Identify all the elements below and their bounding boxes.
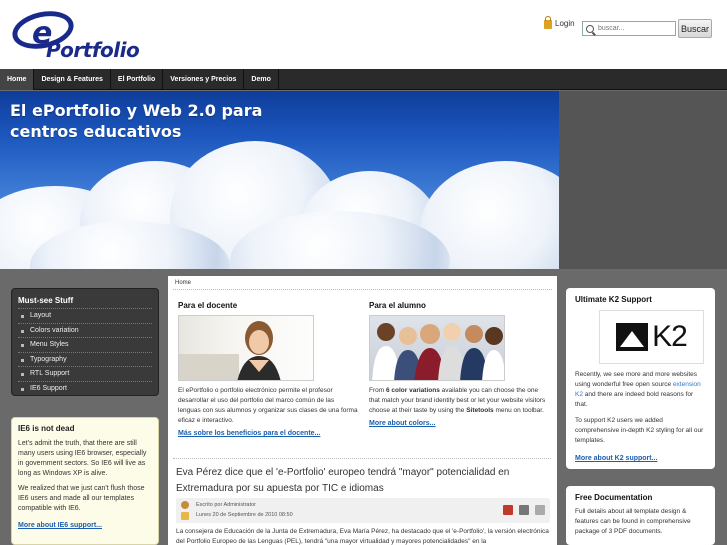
eportfolio-logo[interactable]: e Portfolio xyxy=(8,5,152,62)
k2-paragraph-2: To support K2 users we added comprehensi… xyxy=(575,417,704,444)
doc-title: Free Documentation xyxy=(575,493,653,502)
nav-item-home[interactable]: Home xyxy=(0,69,35,90)
docente-title: Para el docente xyxy=(178,301,238,310)
alumno-more-link[interactable]: More about colors... xyxy=(369,420,549,427)
author-icon xyxy=(181,501,189,509)
hero-title: El ePortfolio y Web 2.0 para centros edu… xyxy=(10,101,263,141)
mustsee-item-rtl[interactable]: RTL Support xyxy=(18,366,152,381)
search-box[interactable] xyxy=(582,21,676,36)
alumno-block: Para el alumno From 6 color variations a… xyxy=(369,301,549,427)
alumno-title: Para el alumno xyxy=(369,301,426,310)
mustsee-item-typography[interactable]: Typography xyxy=(18,351,152,367)
k2-title: Ultimate K2 Support xyxy=(575,295,652,304)
k2-more-link[interactable]: More about K2 support... xyxy=(575,455,657,462)
divider xyxy=(173,458,551,459)
docente-block: Para el docente El ePortfolio o portfoli… xyxy=(178,301,358,437)
search-input[interactable] xyxy=(598,25,670,32)
teacher-photo xyxy=(178,315,314,381)
main-nav: Home Design & Features El Portfolio Vers… xyxy=(0,69,727,90)
hero-banner: El ePortfolio y Web 2.0 para centros edu… xyxy=(0,91,559,269)
nav-item-demo[interactable]: Demo xyxy=(244,69,279,90)
ie6-module: IE6 is not dead Let's admit the truth, t… xyxy=(11,417,159,545)
nav-item-versiones-precios[interactable]: Versiones y Precios xyxy=(163,69,245,90)
pdf-icon[interactable] xyxy=(503,505,513,515)
main-content: Home Para el docente El ePortfolio o por… xyxy=(168,276,557,545)
lock-icon xyxy=(544,16,552,29)
login-label[interactable]: Login xyxy=(555,19,575,28)
print-icon[interactable] xyxy=(519,505,529,515)
k2-mountain-icon xyxy=(616,323,649,351)
alumno-text: From 6 color variations available you ca… xyxy=(369,387,546,414)
mustsee-item-ie6[interactable]: IE6 Support xyxy=(18,380,152,396)
search-button[interactable]: Buscar xyxy=(678,19,712,38)
ie6-paragraph-2: We realized that we just can't flush tho… xyxy=(18,485,145,512)
nav-item-el-portfolio[interactable]: El Portfolio xyxy=(111,69,164,90)
breadcrumb[interactable]: Home xyxy=(173,276,552,290)
mustsee-item-layout[interactable]: Layout xyxy=(18,308,152,323)
login-link[interactable]: Login xyxy=(544,16,575,29)
students-photo xyxy=(369,315,505,381)
article-meta: Escrito por Administrator Lunes 20 de Se… xyxy=(176,498,550,523)
calendar-icon xyxy=(181,512,189,520)
doc-text: Full details about all template design &… xyxy=(575,508,691,535)
article-date: Lunes 20 de Septiembre de 2010 08:50 xyxy=(196,512,293,518)
ie6-title: IE6 is not dead xyxy=(18,424,75,433)
documentation-module: Free Documentation Full details about al… xyxy=(566,486,715,545)
email-icon[interactable] xyxy=(535,505,545,515)
docente-more-link[interactable]: Más sobre los beneficios para el docente… xyxy=(178,430,358,437)
article-author: Escrito por Administrator xyxy=(196,502,256,508)
ie6-more-link[interactable]: More about IE6 support... xyxy=(18,522,102,529)
hero-side-panel xyxy=(559,91,727,269)
k2-module: Ultimate K2 Support K2 Recently, we see … xyxy=(566,288,715,469)
mustsee-title: Must-see Stuff xyxy=(18,296,74,305)
k2-paragraph-1: Recently, we see more and more websites … xyxy=(575,371,701,408)
mustsee-module: Must-see Stuff Layout Colors variation M… xyxy=(11,288,159,396)
docente-text: El ePortfolio o portfolio electrónico pe… xyxy=(178,387,358,424)
site-header: e Portfolio Login Buscar xyxy=(0,0,727,69)
mustsee-item-colors[interactable]: Colors variation xyxy=(18,322,152,338)
article-title[interactable]: Eva Pérez dice que el 'e-Portfolio' euro… xyxy=(176,465,546,497)
k2-logo: K2 xyxy=(599,310,704,364)
mustsee-item-menu-styles[interactable]: Menu Styles xyxy=(18,337,152,352)
ie6-paragraph-1: Let's admit the truth, that there are st… xyxy=(18,440,147,477)
article-body: La consejera de Educación de la Junta de… xyxy=(176,528,549,545)
search-icon xyxy=(586,24,594,33)
nav-item-design-features[interactable]: Design & Features xyxy=(34,69,111,90)
